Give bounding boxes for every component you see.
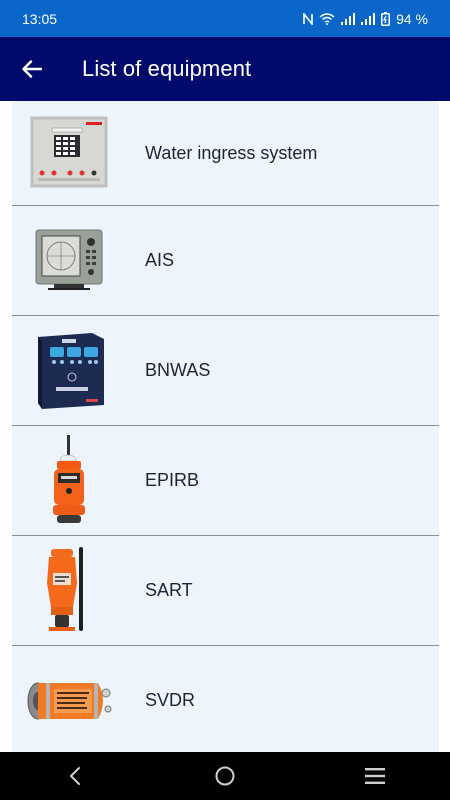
battery-level: 94 %	[396, 10, 428, 27]
epirb-device-image	[20, 426, 120, 535]
nfc-icon	[303, 12, 313, 25]
back-icon	[70, 767, 80, 785]
signal-icon	[361, 12, 376, 25]
equipment-label: SART	[145, 580, 193, 600]
page-title: List of equipment	[82, 56, 252, 81]
equipment-list: Water ingress system AIS BNWAS EPIRB SAR…	[12, 101, 439, 752]
equipment-item-water-ingress[interactable]: Water ingress system	[12, 101, 439, 206]
equipment-label: BNWAS	[145, 360, 211, 380]
status-time: 13:05	[22, 10, 58, 27]
equipment-item-ais[interactable]: AIS	[12, 206, 439, 316]
back-button[interactable]	[12, 49, 52, 89]
nav-back-button[interactable]	[45, 752, 105, 800]
water-ingress-panel-image	[20, 101, 120, 205]
status-bar: 13:05 94 %	[0, 0, 450, 37]
arrow-left-icon	[22, 60, 42, 78]
system-nav-bar	[0, 752, 450, 800]
nav-home-button[interactable]	[195, 752, 255, 800]
equipment-item-svdr[interactable]: SVDR	[12, 646, 439, 752]
equipment-label: Water ingress system	[145, 142, 318, 163]
equipment-label: SVDR	[145, 690, 196, 710]
equipment-label: AIS	[145, 250, 175, 270]
equipment-item-epirb[interactable]: EPIRB	[12, 426, 439, 536]
status-icons: 94 %	[303, 11, 428, 27]
equipment-item-bnwas[interactable]: BNWAS	[12, 316, 439, 426]
equipment-list-container[interactable]: Water ingress system AIS BNWAS EPIRB SAR…	[0, 101, 450, 752]
wifi-icon	[319, 12, 335, 25]
sart-device-image	[20, 536, 120, 645]
ais-device-image	[20, 206, 120, 315]
app-bar: List of equipment	[0, 37, 450, 101]
recents-icon	[365, 768, 385, 784]
equipment-item-sart[interactable]: SART	[12, 536, 439, 646]
home-icon	[215, 766, 235, 786]
battery-icon	[381, 11, 391, 26]
bnwas-panel-image	[20, 316, 120, 425]
equipment-label: EPIRB	[145, 470, 200, 490]
signal-icon	[341, 12, 356, 25]
nav-recents-button[interactable]	[345, 752, 405, 800]
svdr-capsule-image	[20, 646, 120, 752]
